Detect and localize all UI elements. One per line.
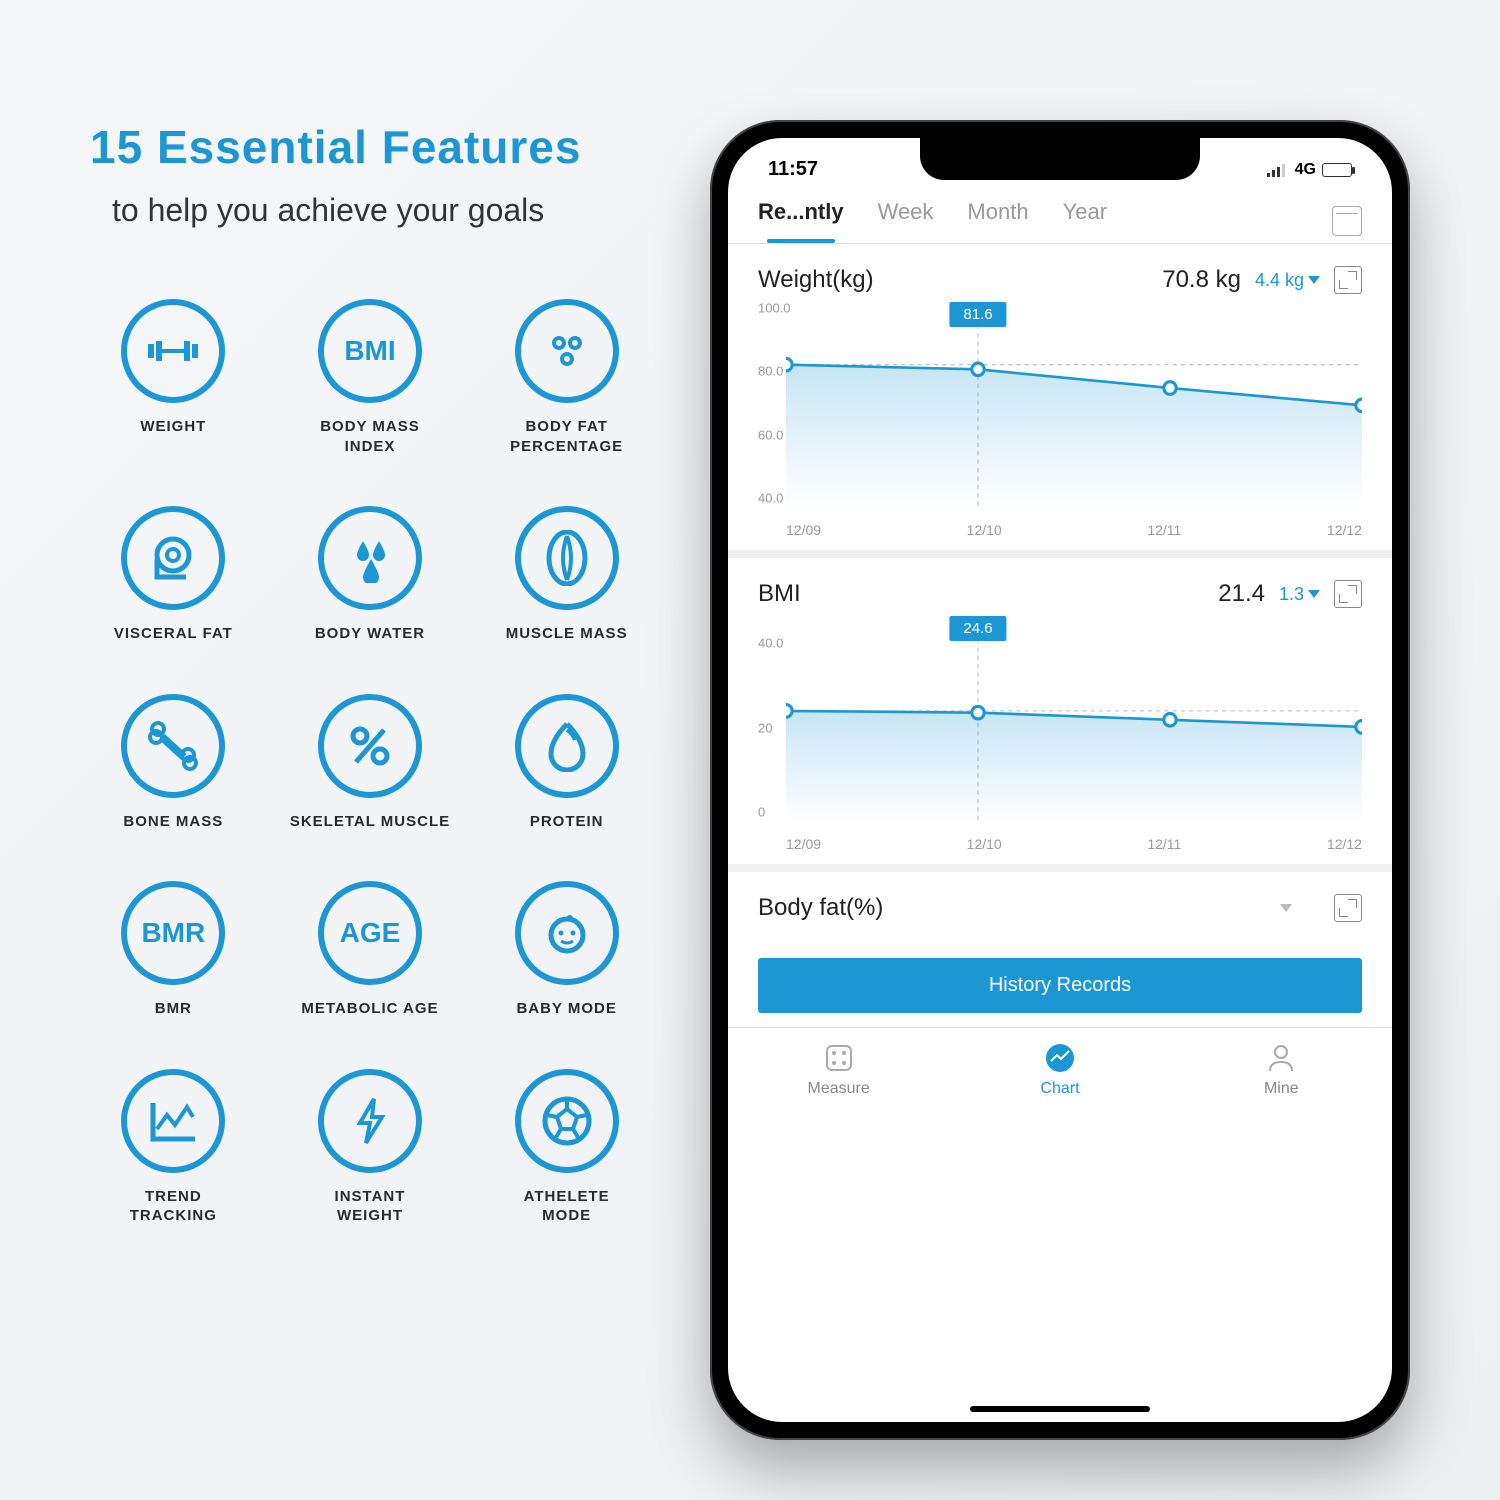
feature-baby-mode: BABY MODE (483, 881, 650, 1019)
feature-label: ATHELETEMODE (524, 1187, 610, 1226)
status-time: 11:57 (768, 158, 818, 181)
bmi-title: BMI (758, 580, 801, 608)
feature-athelete-mode: ATHELETEMODE (483, 1069, 650, 1226)
feature-bone-mass: BONE MASS (90, 694, 257, 832)
chart-icon (1044, 1042, 1076, 1074)
expand-icon[interactable] (1334, 266, 1362, 294)
feature-label: INSTANTWEIGHT (335, 1187, 406, 1226)
feature-label: WEIGHT (140, 417, 206, 437)
bone-icon (121, 694, 225, 798)
weight-x-axis: 12/0912/1012/1112/12 (758, 516, 1362, 538)
feature-body-mass-index: BMI BODY MASSINDEX (287, 299, 454, 456)
nav-mine-label: Mine (1171, 1080, 1392, 1098)
bolt-icon (318, 1069, 422, 1173)
muscle-icon (515, 506, 619, 610)
feature-label: VISCERAL FAT (114, 624, 233, 644)
feature-label: BODY MASSINDEX (320, 417, 420, 456)
bmi-value: 21.4 (1218, 580, 1265, 608)
chevron-down-icon[interactable] (1280, 904, 1292, 912)
feature-label: SKELETAL MUSCLE (290, 812, 450, 832)
bodyfat-title: Body fat(%) (758, 894, 883, 922)
feature-bmr: BMR BMR (90, 881, 257, 1019)
home-indicator[interactable] (970, 1406, 1150, 1412)
feature-weight: WEIGHT (90, 299, 257, 456)
feature-label: TRENDTRACKING (130, 1187, 217, 1226)
dots-icon (515, 299, 619, 403)
nav-chart[interactable]: Chart (949, 1042, 1170, 1098)
feature-label: METABOLIC AGE (301, 999, 438, 1019)
feature-trend-tracking: TRENDTRACKING (90, 1069, 257, 1226)
feature-visceral-fat: VISCERAL FAT (90, 506, 257, 644)
tab-recently[interactable]: Re...ntly (758, 199, 844, 243)
metric-weight: Weight(kg) 70.8 kg 4.4 kg 40.060.080.010… (728, 244, 1392, 558)
feature-instant-weight: INSTANTWEIGHT (287, 1069, 454, 1226)
dice-icon (823, 1042, 855, 1074)
weight-value: 70.8 kg (1162, 266, 1241, 294)
AGE-icon: AGE (318, 881, 422, 985)
feature-label: BODY FATPERCENTAGE (510, 417, 623, 456)
tape-icon (121, 506, 225, 610)
tab-year[interactable]: Year (1063, 199, 1107, 243)
feature-protein: PROTEIN (483, 694, 650, 832)
bmi-delta: 1.3 (1279, 584, 1320, 605)
feature-body-water: BODY WATER (287, 506, 454, 644)
history-records-button[interactable]: History Records (758, 958, 1362, 1013)
headline: 15 Essential Features (90, 120, 650, 174)
tab-week[interactable]: Week (878, 199, 934, 243)
feature-label: BODY WATER (315, 624, 425, 644)
notch (920, 138, 1200, 180)
nav-measure[interactable]: Measure (728, 1042, 949, 1098)
calendar-icon[interactable] (1332, 206, 1362, 236)
feature-metabolic-age: AGE METABOLIC AGE (287, 881, 454, 1019)
ball-icon (515, 1069, 619, 1173)
feature-muscle-mass: MUSCLE MASS (483, 506, 650, 644)
baby-icon (515, 881, 619, 985)
feature-label: PROTEIN (530, 812, 604, 832)
metric-bmi: BMI 21.4 1.3 02040.024.6 12/0912/1012/11… (728, 558, 1392, 872)
feature-label: MUSCLE MASS (506, 624, 628, 644)
chart-tooltip: 81.6 (949, 302, 1006, 327)
chart-tooltip: 24.6 (949, 616, 1006, 641)
bottom-nav: Measure Chart Mine (728, 1027, 1392, 1122)
BMI-icon: BMI (318, 299, 422, 403)
tab-month[interactable]: Month (967, 199, 1028, 243)
feature-label: BONE MASS (123, 812, 223, 832)
nav-mine[interactable]: Mine (1171, 1042, 1392, 1098)
feature-label: BMR (155, 999, 192, 1019)
weight-delta: 4.4 kg (1255, 270, 1320, 291)
trend-icon (121, 1069, 225, 1173)
network-label: 4G (1295, 161, 1316, 179)
drops-icon (318, 506, 422, 610)
phone-frame: 11:57 4G Re...ntly Week Month Year Weigh… (710, 120, 1410, 1440)
bmi-chart[interactable]: 02040.024.6 (786, 622, 1362, 822)
expand-icon[interactable] (1334, 580, 1362, 608)
barbell-icon (121, 299, 225, 403)
feature-label: BABY MODE (516, 999, 616, 1019)
expand-icon[interactable] (1334, 894, 1362, 922)
feature-body-fat-percentage: BODY FATPERCENTAGE (483, 299, 650, 456)
person-icon (1265, 1042, 1297, 1074)
nav-chart-label: Chart (949, 1080, 1170, 1098)
weight-chart[interactable]: 40.060.080.0100.081.6 (786, 308, 1362, 508)
egg-icon (515, 694, 619, 798)
weight-title: Weight(kg) (758, 266, 874, 294)
metric-bodyfat: Body fat(%) (728, 872, 1392, 940)
bmi-x-axis: 12/0912/1012/1112/12 (758, 830, 1362, 852)
signal-icon (1267, 163, 1289, 177)
battery-icon (1322, 163, 1352, 177)
nav-measure-label: Measure (728, 1080, 949, 1098)
BMR-icon: BMR (121, 881, 225, 985)
subheadline: to help you achieve your goals (112, 192, 650, 229)
time-range-tabs: Re...ntly Week Month Year (728, 187, 1392, 244)
percent-icon (318, 694, 422, 798)
feature-skeletal-muscle: SKELETAL MUSCLE (287, 694, 454, 832)
